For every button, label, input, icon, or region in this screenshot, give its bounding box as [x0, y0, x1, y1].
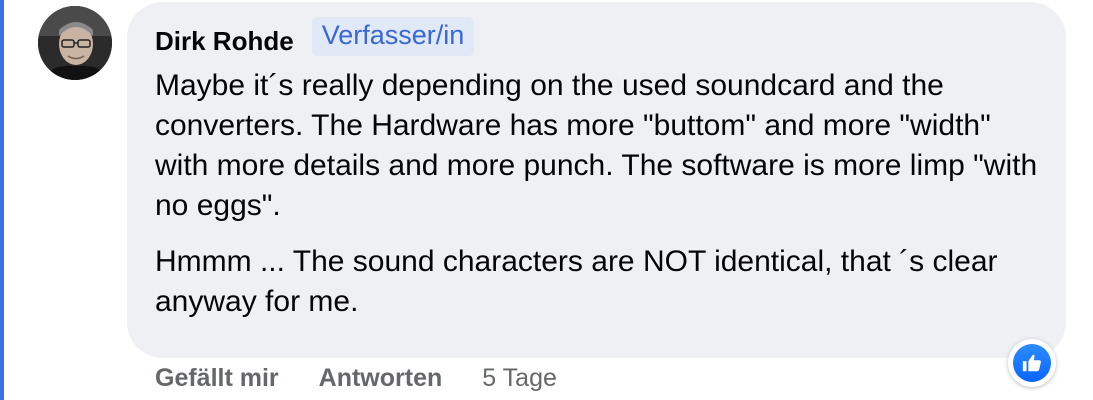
avatar-photo [38, 6, 112, 80]
comment-text: Maybe it´s really depending on the used … [155, 66, 1045, 322]
reaction-badge[interactable] [1008, 339, 1056, 387]
timestamp[interactable]: 5 Tage [482, 364, 557, 393]
author-badge: Verfasser/in [311, 17, 475, 56]
thread-line [0, 0, 4, 400]
avatar[interactable] [38, 6, 112, 80]
thumbs-up-icon [1013, 344, 1051, 382]
author-row: Dirk Rohde Verfasser/in [155, 16, 475, 57]
author-name[interactable]: Dirk Rohde [155, 26, 294, 57]
reply-button[interactable]: Antworten [319, 364, 443, 393]
comment-bubble: Dirk Rohde Verfasser/in Maybe it´s reall… [127, 2, 1066, 358]
comment-paragraph: Maybe it´s really depending on the used … [155, 69, 1038, 222]
comment-paragraph: Hmmm ... The sound characters are NOT id… [155, 245, 998, 318]
comment-actions: Gefällt mir Antworten 5 Tage [155, 364, 557, 393]
like-button[interactable]: Gefällt mir [155, 364, 279, 393]
